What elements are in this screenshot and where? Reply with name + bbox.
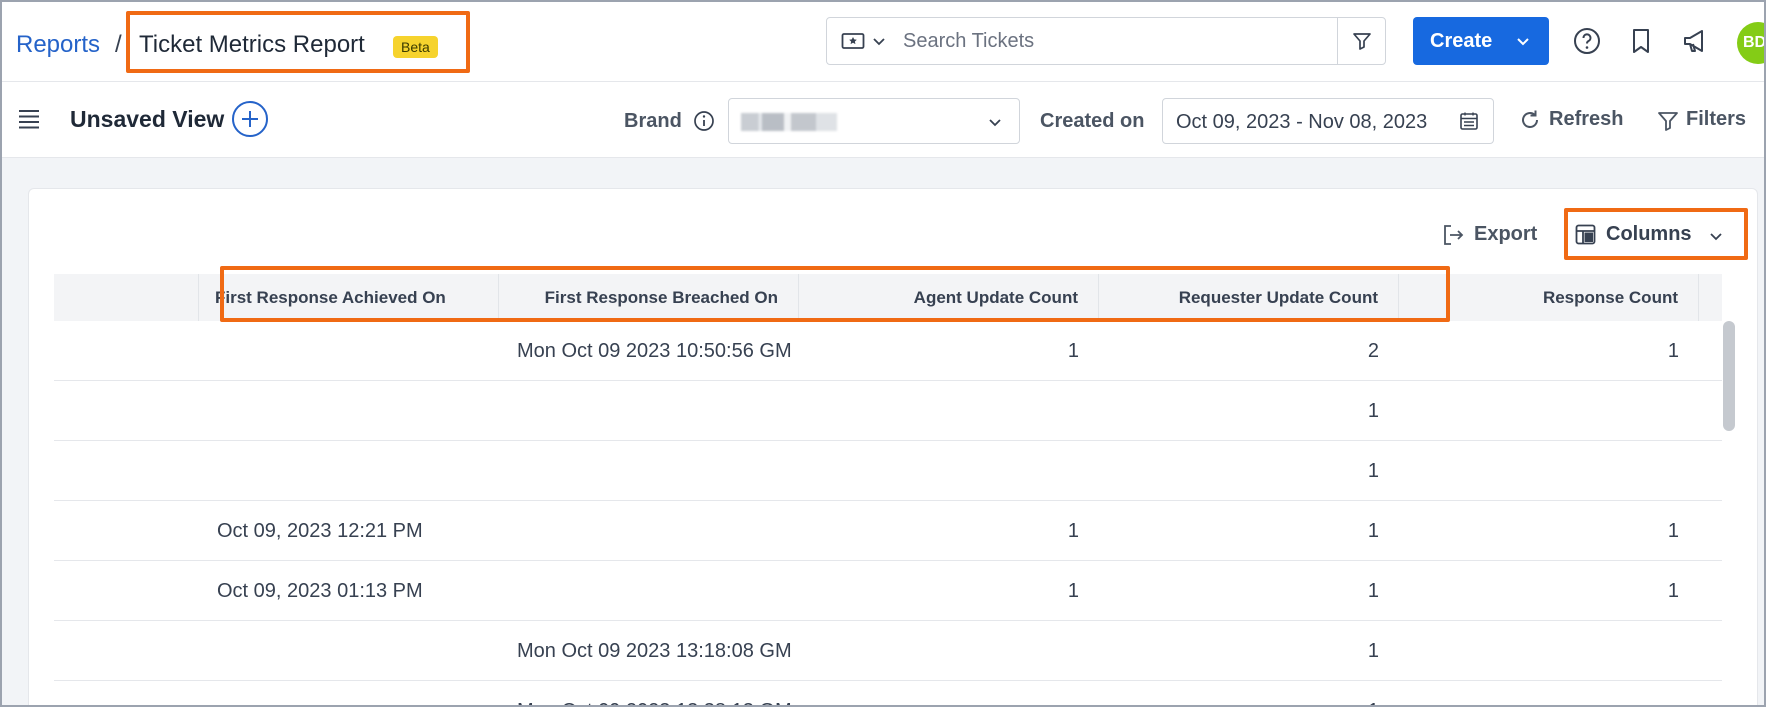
search-input[interactable]	[903, 18, 1303, 64]
columns-highlight-box	[1564, 208, 1748, 260]
view-toolbar: Unsaved View Brand Created on Oct 09, 20…	[2, 82, 1764, 158]
cell-breached: Mon Oct 09 2023 10:50:56 GM	[517, 340, 792, 362]
create-button[interactable]: Create	[1413, 17, 1549, 65]
chevron-down-icon[interactable]	[871, 33, 887, 49]
filters-label: Filters	[1686, 108, 1747, 130]
filter-icon[interactable]	[1351, 30, 1373, 52]
cell-requester-count: 1	[1367, 580, 1379, 602]
megaphone-icon[interactable]	[1681, 26, 1711, 56]
table-row[interactable]: Oct 09, 2023 12:21 PM 1 1 1	[54, 501, 1722, 561]
refresh-button[interactable]: Refresh	[1519, 108, 1623, 131]
search-box[interactable]	[826, 17, 1386, 65]
cell-agent-count	[799, 621, 1079, 681]
create-button-label: Create	[1430, 29, 1493, 52]
avatar[interactable]: BD	[1737, 22, 1764, 64]
cell-breached: Mon Oct 09 2023 13:38:13 GM	[517, 681, 792, 705]
brand-label: Brand	[624, 110, 682, 132]
cell-achieved: Oct 09, 2023 12:21 PM	[217, 520, 423, 542]
table-row[interactable]: 1	[54, 381, 1722, 441]
view-name[interactable]: Unsaved View	[70, 106, 224, 133]
cell-agent-count: 1	[1067, 520, 1079, 542]
chevron-down-icon	[1517, 38, 1529, 46]
cell-response-count	[1399, 621, 1679, 681]
title-highlight-box	[126, 11, 470, 73]
table-scrollbar[interactable]	[1723, 321, 1735, 431]
table-row[interactable]: Mon Oct 09 2023 10:50:56 GM 1 2 1	[54, 321, 1722, 381]
cell-agent-count: 1	[1067, 580, 1079, 602]
cell-requester-count: 1	[1367, 460, 1379, 482]
date-range-value: Oct 09, 2023 - Nov 08, 2023	[1176, 111, 1428, 133]
chevron-down-icon	[989, 119, 1001, 127]
table-row[interactable]: Oct 09, 2023 01:13 PM 1 1 1	[54, 561, 1722, 621]
cell-response-count	[1399, 441, 1679, 501]
menu-icon[interactable]	[18, 109, 40, 129]
bookmark-icon[interactable]	[1626, 26, 1656, 56]
app-window: Reports / Ticket Metrics Report Beta Cre…	[0, 0, 1766, 707]
top-header: Reports / Ticket Metrics Report Beta Cre…	[2, 2, 1764, 82]
table-row[interactable]: Mon Oct 09 2023 13:18:08 GM 1	[54, 621, 1722, 681]
info-icon[interactable]	[693, 110, 715, 132]
date-range-picker[interactable]: Oct 09, 2023 - Nov 08, 2023	[1162, 98, 1494, 144]
brand-select[interactable]	[728, 98, 1020, 144]
cell-response-count: 1	[1667, 340, 1679, 362]
add-view-button[interactable]	[232, 101, 268, 137]
plus-icon	[242, 111, 258, 127]
breadcrumb-reports-link[interactable]: Reports	[16, 31, 100, 59]
cell-response-count	[1399, 681, 1679, 705]
cell-response-count: 1	[1667, 520, 1679, 542]
cell-agent-count	[799, 381, 1079, 441]
cell-response-count	[1399, 381, 1679, 441]
cell-requester-count: 2	[1367, 340, 1379, 362]
cell-agent-count	[799, 681, 1079, 705]
ticket-icon[interactable]	[841, 31, 865, 51]
export-label: Export	[1474, 223, 1538, 245]
refresh-icon	[1522, 110, 1538, 128]
cell-achieved: Oct 09, 2023 01:13 PM	[217, 580, 423, 602]
column-headers-highlight-box	[220, 266, 1450, 322]
cell-response-count: 1	[1667, 580, 1679, 602]
cell-requester-count: 1	[1367, 400, 1379, 422]
calendar-icon	[1460, 112, 1478, 130]
table-body: Mon Oct 09 2023 10:50:56 GM 1 2 1 1 1 Oc…	[54, 321, 1722, 705]
cell-requester-count: 1	[1367, 640, 1379, 662]
breadcrumb-separator: /	[115, 31, 122, 58]
export-button[interactable]: Export	[1441, 223, 1537, 246]
export-icon	[1444, 225, 1464, 245]
cell-requester-count: 1	[1099, 681, 1379, 705]
cell-agent-count	[799, 441, 1079, 501]
cell-breached: Mon Oct 09 2023 13:18:08 GM	[517, 640, 792, 662]
cell-requester-count: 1	[1367, 520, 1379, 542]
cell-agent-count: 1	[1067, 340, 1079, 362]
filter-icon	[1658, 112, 1678, 131]
created-on-label: Created on	[1040, 110, 1145, 132]
table-row[interactable]: Mon Oct 09 2023 13:38:13 GM 1	[54, 681, 1722, 705]
brand-value-redacted	[741, 113, 837, 131]
help-icon[interactable]	[1572, 26, 1602, 56]
table-row[interactable]: 1	[54, 441, 1722, 501]
refresh-label: Refresh	[1549, 108, 1624, 130]
search-divider	[1337, 18, 1338, 64]
filters-button[interactable]: Filters	[1657, 108, 1746, 131]
column-header-hidden	[54, 274, 199, 321]
